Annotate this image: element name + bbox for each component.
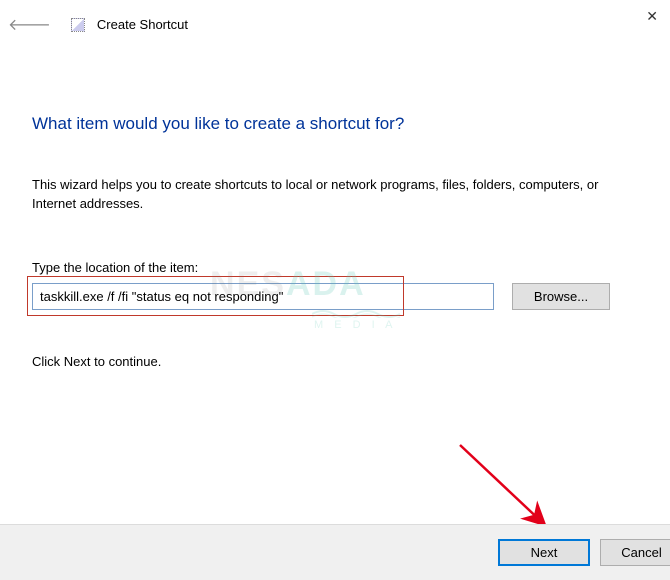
close-icon[interactable]: ✕ [646, 8, 658, 25]
location-row: Browse... [32, 283, 638, 310]
input-wrapper [32, 283, 494, 310]
window-title: Create Shortcut [97, 17, 188, 32]
next-button[interactable]: Next [498, 539, 590, 566]
shortcut-icon [71, 18, 85, 32]
page-heading: What item would you like to create a sho… [32, 114, 638, 134]
cancel-button[interactable]: Cancel [600, 539, 670, 566]
browse-button[interactable]: Browse... [512, 283, 610, 310]
location-label: Type the location of the item: [32, 260, 638, 275]
title-bar: 🡐 Create Shortcut ✕ [0, 0, 670, 48]
back-arrow-icon[interactable]: 🡐 [8, 14, 51, 35]
continue-instruction: Click Next to continue. [32, 354, 638, 369]
location-input[interactable] [32, 283, 494, 310]
content-area: What item would you like to create a sho… [0, 114, 670, 369]
wizard-description: This wizard helps you to create shortcut… [32, 176, 632, 214]
footer-bar: Next Cancel [0, 524, 670, 580]
